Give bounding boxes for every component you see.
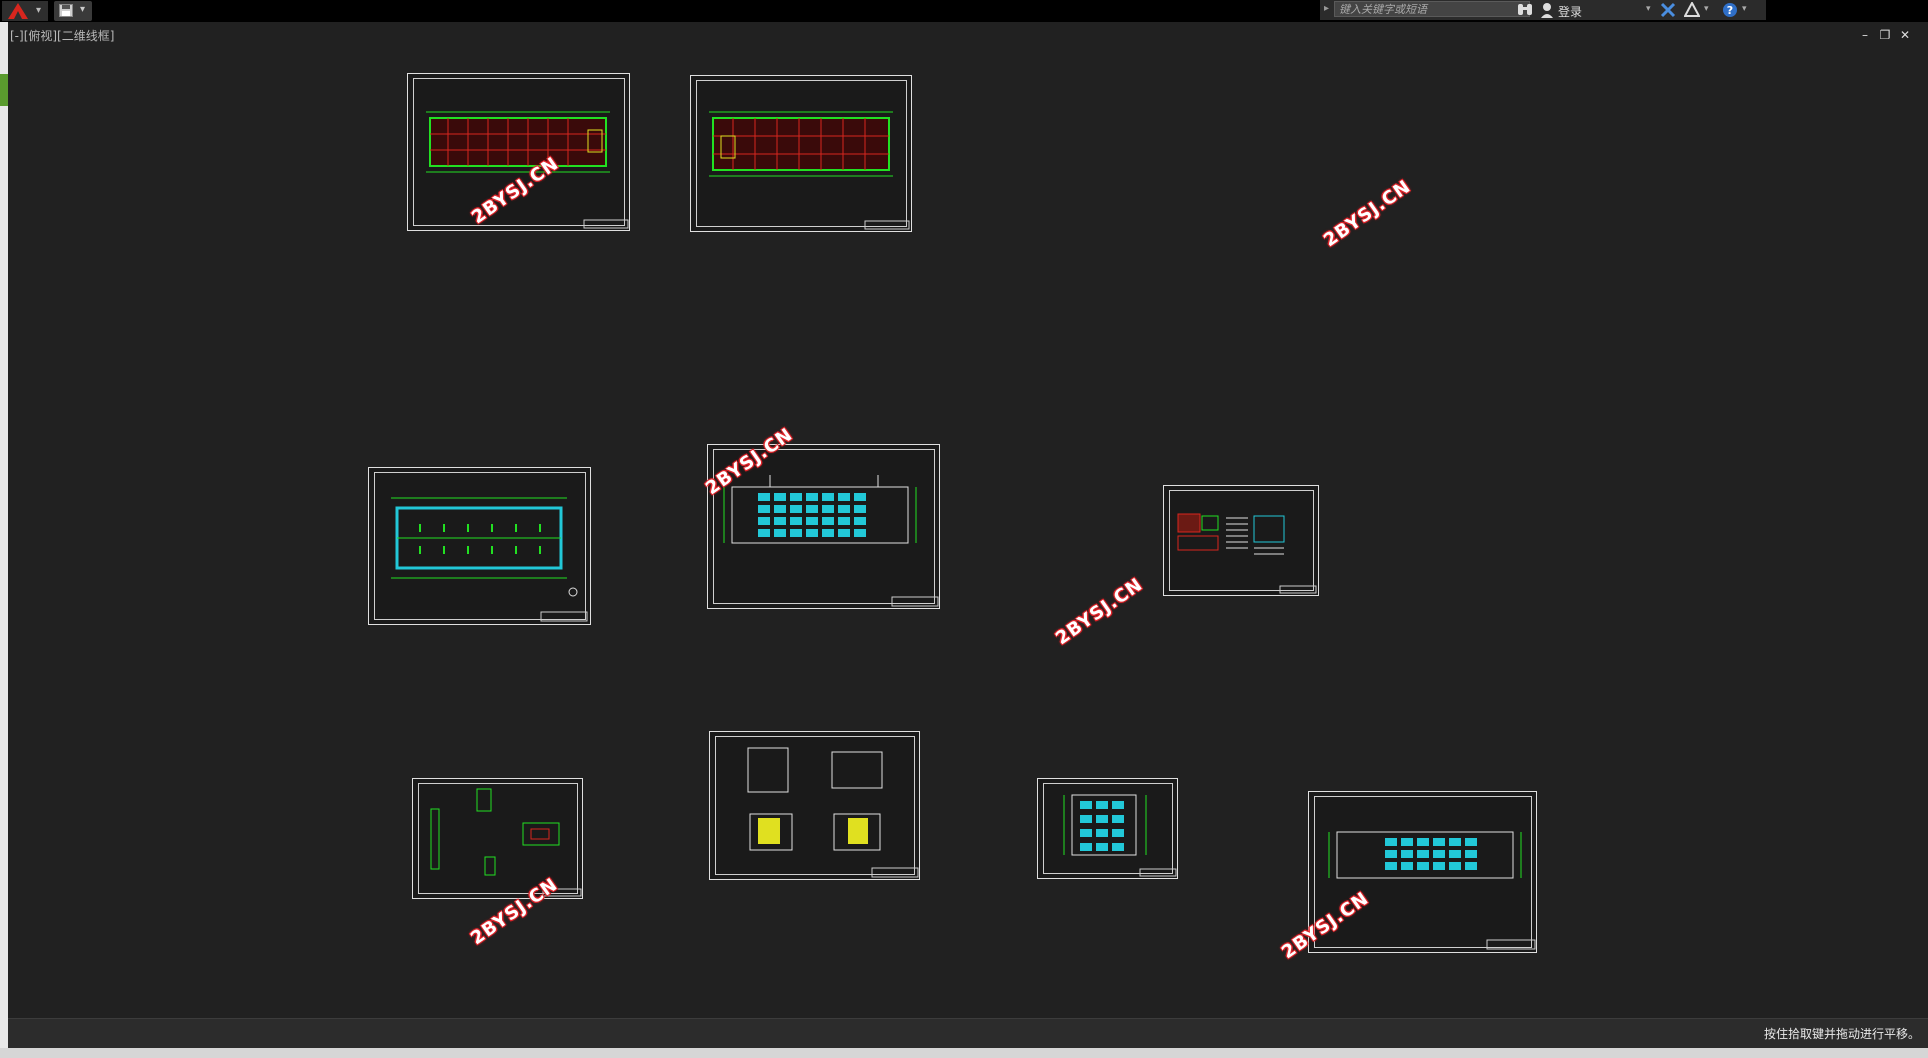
drawing-sheet-details-1[interactable] — [412, 778, 583, 899]
left-panel-green-tab[interactable] — [0, 74, 8, 106]
floor-plan-drawing — [709, 111, 910, 230]
drawing-sheet-stair-details[interactable] — [709, 731, 920, 880]
quick-access-toolbar[interactable]: ▾ — [54, 1, 92, 21]
autodesk-360-icon[interactable] — [1684, 2, 1700, 18]
stair-details-drawing — [747, 747, 919, 878]
details-drawing — [430, 788, 582, 897]
infocenter: ▸ 登录 ▾ ▾ ? ▾ — [1320, 0, 1766, 20]
roof-plan-drawing — [391, 497, 588, 622]
binoculars-search-icon[interactable] — [1516, 2, 1534, 18]
command-status-bar: 按住拾取键并拖动进行平移。 — [8, 1018, 1928, 1049]
bottom-edge — [0, 1048, 1928, 1058]
help-dropdown-icon[interactable]: ▾ — [1742, 4, 1747, 14]
login-button[interactable]: 登录 — [1558, 3, 1582, 20]
side-elevation-drawing — [1063, 794, 1177, 877]
status-message: 按住拾取键并拖动进行平移。 — [1763, 1027, 1920, 1041]
autocad-logo-icon — [8, 3, 28, 19]
application-menu-button[interactable]: ▾ — [2, 1, 48, 21]
floor-plan-drawing — [426, 111, 629, 229]
drawing-sheet-floor-plan-1[interactable] — [407, 73, 630, 231]
search-input[interactable] — [1334, 1, 1530, 17]
quick-access-dropdown-icon[interactable]: ▾ — [80, 4, 85, 15]
infocenter-expand-icon[interactable]: ▸ — [1324, 3, 1329, 14]
drawing-sheet-roof-plan[interactable] — [368, 467, 591, 625]
model-space-canvas[interactable]: 2BYSJ.CN 2BYSJ.CN 2BYSJ.CN 2BYSJ.CN 2BYS… — [8, 22, 1928, 1018]
login-dropdown-icon[interactable]: ▾ — [1646, 4, 1651, 14]
drawing-sheet-notes[interactable] — [1163, 485, 1319, 596]
save-icon[interactable] — [59, 4, 73, 17]
left-panel-edge — [0, 22, 8, 1058]
elevation-drawing — [1328, 831, 1536, 950]
app-menu-chevron-icon: ▾ — [36, 5, 42, 16]
title-bar: ▾ ▾ ▸ 登录 ▾ ▾ ? — [0, 0, 1928, 22]
drawing-sheet-elevation-2[interactable] — [1308, 791, 1537, 953]
user-icon[interactable] — [1540, 2, 1554, 18]
svg-text:?: ? — [1727, 4, 1733, 17]
watermark-2bysj: 2BYSJ.CN — [1320, 176, 1415, 252]
notes-drawing — [1177, 513, 1317, 594]
drawing-sheet-side-elevation[interactable] — [1037, 778, 1178, 879]
drawing-sheet-floor-plan-2[interactable] — [690, 75, 912, 232]
exchange-apps-icon[interactable] — [1660, 2, 1676, 18]
watermark-2bysj: 2BYSJ.CN — [1052, 574, 1147, 650]
a360-dropdown-icon[interactable]: ▾ — [1704, 4, 1709, 14]
help-icon[interactable]: ? — [1722, 2, 1738, 18]
